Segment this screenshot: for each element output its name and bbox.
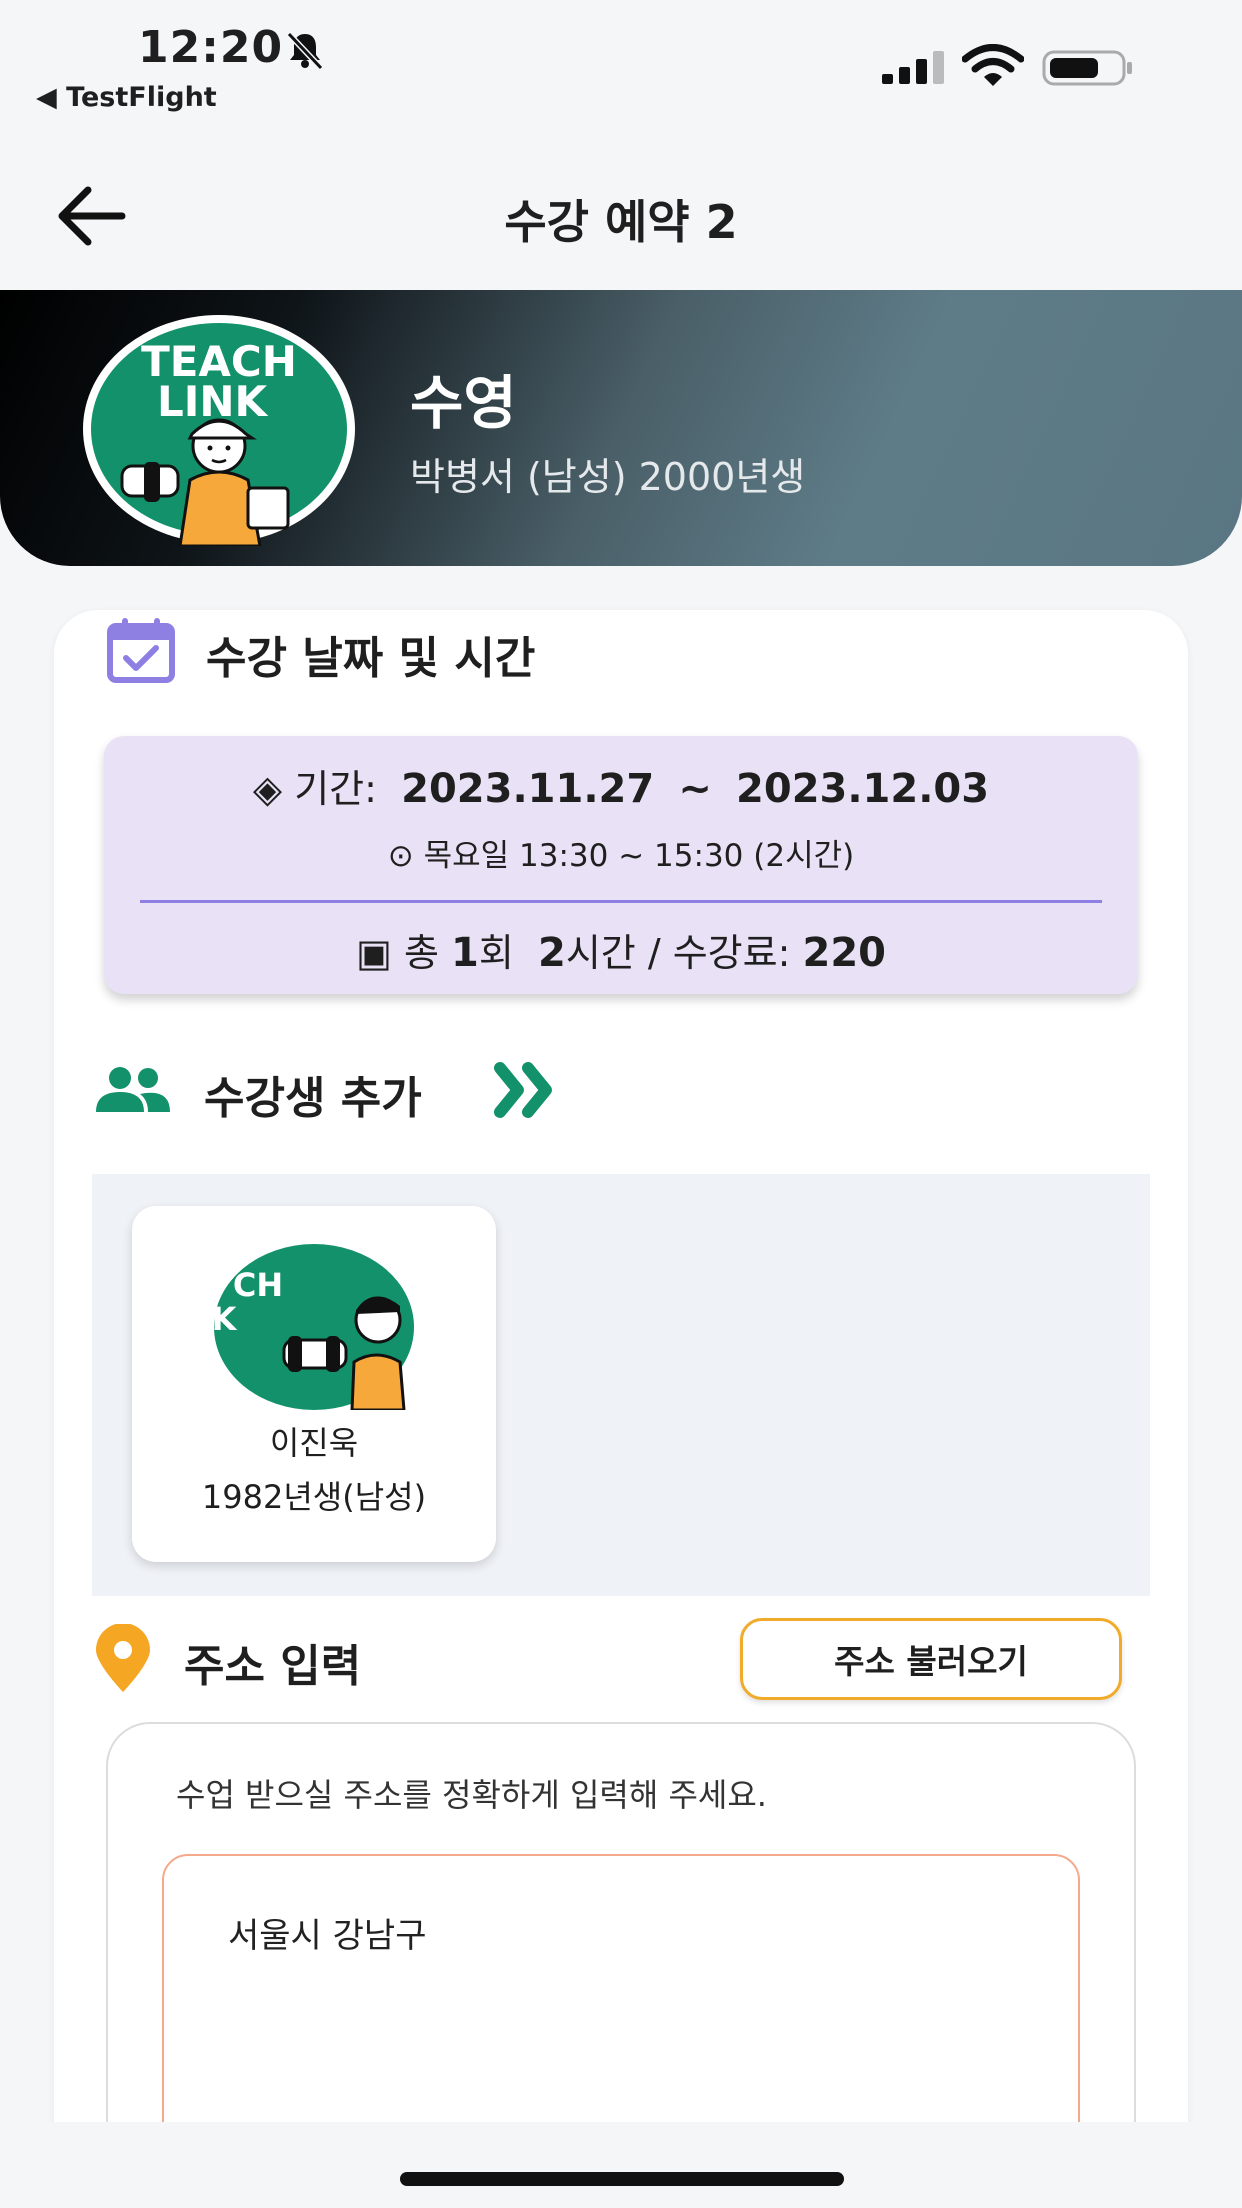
bell-muted-icon: [286, 31, 324, 70]
back-to-app-link[interactable]: ◀ TestFlight: [36, 82, 217, 113]
student-avatar-logo-line1: CH: [233, 1266, 283, 1304]
teacher-avatar: TEACH LINK: [83, 315, 355, 546]
cellular-signal-icon: [882, 51, 944, 84]
teacher-info: 박병서 (남성) 2000년생: [410, 455, 806, 499]
status-time: 12:20: [138, 22, 284, 73]
double-chevron-right-icon[interactable]: [494, 1060, 558, 1120]
schedule-section-title: 수강 날짜 및 시간: [206, 633, 536, 684]
page-title: 수강 예약 2: [504, 195, 738, 249]
home-indicator[interactable]: [400, 2172, 844, 2186]
period-start-date: 2023.11.27: [401, 766, 655, 812]
battery-icon: [1042, 50, 1132, 86]
student-avatar: CH K: [214, 1244, 414, 1410]
people-icon: [96, 1067, 170, 1112]
period-label: ◈ 기간:: [252, 767, 377, 811]
total-hours-unit: 시간 / 수강료:: [565, 931, 791, 975]
teacher-subject: 수영: [410, 369, 517, 437]
tuition-fee: 220: [802, 930, 887, 976]
schedule-divider: [140, 900, 1102, 903]
total-count-unit: 회: [478, 931, 514, 975]
total-hours: 2: [538, 930, 566, 976]
period-tilde: ~: [678, 766, 712, 812]
address-guide-text: 수업 받으실 주소를 정확하게 입력해 주세요.: [176, 1776, 767, 1814]
period-line: ◈ 기간: 2023.11.27 ~ 2023.12.03: [104, 758, 1138, 813]
student-section-title: 수강생 추가: [204, 1073, 422, 1124]
student-info: 1982년생(남성): [201, 1478, 427, 1516]
avatar-logo-line2: LINK: [157, 377, 269, 426]
wifi-icon: [962, 44, 1024, 86]
address-section-title: 주소 입력: [184, 1641, 362, 1692]
calendar-check-icon: [107, 618, 175, 683]
location-pin-icon: [96, 1624, 150, 1692]
address-input-value: 서울시 강남구: [228, 1916, 427, 1956]
student-name: 이진욱: [269, 1424, 359, 1462]
total-prefix: ▣ 총: [355, 931, 439, 975]
address-input[interactable]: [162, 1854, 1080, 2154]
weekday-time: ⊙ 목요일 13:30 ~ 15:30 (2시간): [387, 838, 855, 874]
total-line: ▣ 총 1회 2시간 / 수강료: 220: [104, 922, 1138, 977]
total-count: 1: [451, 930, 479, 976]
period-end-date: 2023.12.03: [736, 766, 990, 812]
load-address-button[interactable]: 주소 불러오기: [740, 1618, 1122, 1700]
bottom-safe-area: [0, 2122, 1242, 2208]
student-avatar-logo-line2: K: [214, 1300, 238, 1338]
